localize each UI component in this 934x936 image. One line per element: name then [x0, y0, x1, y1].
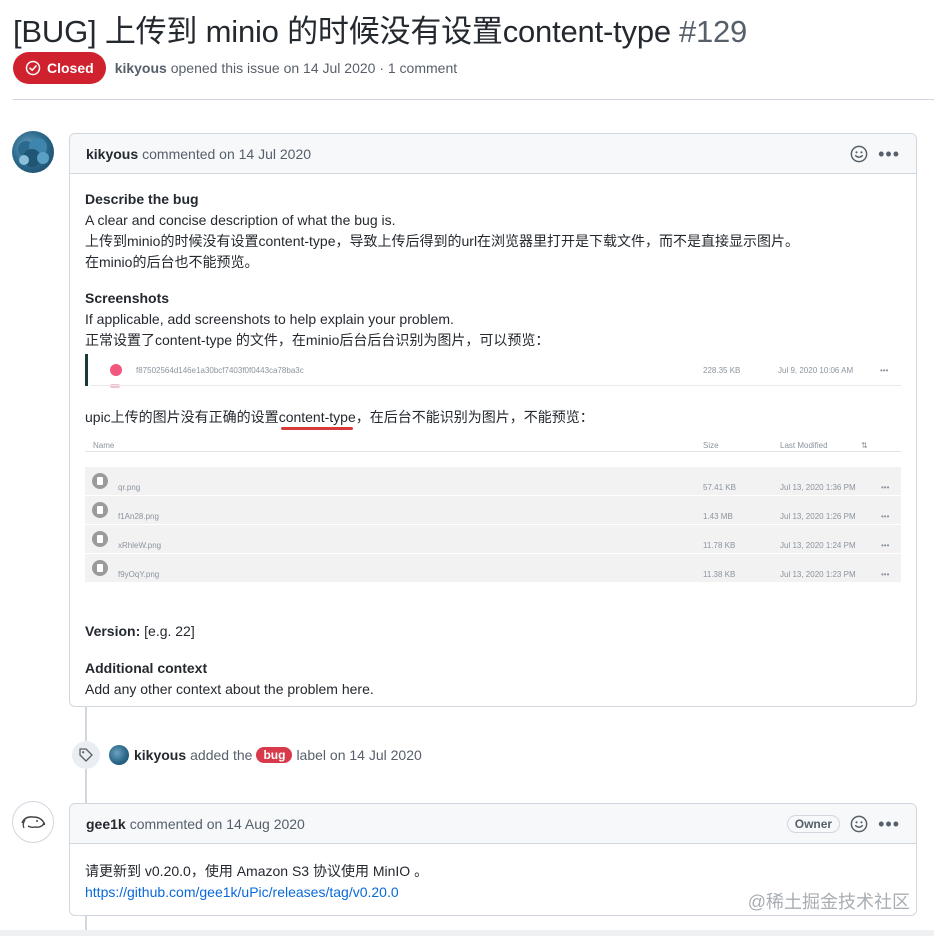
version-value: [e.g. 22] — [144, 623, 195, 639]
file-size: 11.38 KB — [703, 570, 736, 579]
screenshot-image: Name Size Last Modified ⇅ qr.png 57.41 K… — [85, 430, 901, 595]
version-label: Version: — [85, 623, 141, 639]
file-name: xRhleW.png — [118, 541, 162, 550]
file-name: f9yOqY.png — [118, 570, 160, 579]
file-icon — [110, 364, 122, 376]
comment-author-link[interactable]: kikyous — [86, 146, 138, 162]
screenshots-heading: Screenshots — [85, 290, 170, 306]
closed-circle-icon — [25, 60, 41, 76]
event-author-link[interactable]: kikyous — [134, 747, 186, 763]
file-more-icon: ••• — [880, 365, 889, 375]
sort-icon: ⇅ — [861, 441, 868, 450]
file-size: 11.78 KB — [703, 541, 736, 550]
smiley-icon[interactable] — [850, 815, 868, 833]
file-size: 57.41 KB — [703, 483, 736, 492]
comment-author-link[interactable]: gee1k — [86, 816, 126, 832]
file-date: Jul 9, 2020 10:06 AM — [778, 365, 854, 375]
file-more-icon: ••• — [881, 570, 890, 579]
status-label: Closed — [47, 60, 94, 76]
label-event: kikyous added the bug label on 14 Jul 20… — [72, 741, 422, 769]
comment-date[interactable]: commented on 14 Aug 2020 — [130, 816, 305, 832]
table-row: qr.png 57.41 KB Jul 13, 2020 1:36 PM ••• — [85, 467, 901, 495]
avatar[interactable] — [12, 131, 54, 173]
issue-author-link[interactable]: kikyous — [115, 60, 167, 76]
screenshots-line: 正常设置了content-type 的文件，在minio后台后台识别为图片，可以… — [85, 332, 550, 348]
col-size: Size — [703, 441, 719, 450]
avatar[interactable] — [109, 745, 129, 765]
version-line: Version: [e.g. 22] — [85, 621, 901, 642]
file-name: f1An28.png — [118, 512, 159, 521]
screenshots-line: If applicable, add screenshots to help e… — [85, 311, 454, 327]
file-more-icon: ••• — [881, 512, 890, 521]
file-more-icon: ••• — [881, 541, 890, 550]
upic-suffix: ，在后台不能识别为图片，不能预览： — [355, 409, 594, 425]
screenshot-image: f87502564d146e1a30bcf7403f0f0443ca78ba3c… — [85, 354, 901, 388]
dog-avatar-icon — [21, 816, 46, 829]
describe-line: 上传到minio的时候没有设置content-type，导致上传后得到的url在… — [85, 233, 800, 249]
comment-body: Describe the bug A clear and concise des… — [70, 174, 916, 715]
file-date: Jul 13, 2020 1:24 PM — [780, 541, 856, 550]
event-suffix: label on 14 Jul 2020 — [296, 747, 422, 763]
event-text: added the — [190, 747, 253, 763]
file-size: 1.43 MB — [703, 512, 733, 521]
table-row: f1An28.png 1.43 MB Jul 13, 2020 1:26 PM … — [85, 496, 901, 524]
bug-label[interactable]: bug — [256, 747, 293, 763]
bottom-bar — [0, 930, 934, 936]
upic-description: upic上传的图片没有正确的设置content-type，在后台不能识别为图片，… — [85, 407, 594, 430]
status-badge: Closed — [13, 52, 106, 84]
comment-date[interactable]: commented on 14 Jul 2020 — [142, 146, 311, 162]
issue-meta: Closed kikyous opened this issue on 14 J… — [13, 52, 457, 84]
file-date: Jul 13, 2020 1:36 PM — [780, 483, 856, 492]
file-date: Jul 13, 2020 1:26 PM — [780, 512, 856, 521]
file-size: 228.35 KB — [703, 365, 741, 375]
file-name: qr.png — [118, 483, 141, 492]
avatar[interactable] — [12, 801, 54, 843]
context-text: Add any other context about the problem … — [85, 681, 374, 697]
avatar-image-icon — [18, 138, 49, 167]
file-table-header: Name Size Last Modified ⇅ — [85, 430, 901, 452]
upic-highlight: content-type — [278, 409, 356, 425]
file-icon — [92, 560, 108, 576]
comment-header: kikyous commented on 14 Jul 2020 ••• — [70, 134, 916, 174]
more-options-icon[interactable]: ••• — [878, 815, 900, 833]
file-more-icon: ••• — [881, 483, 890, 492]
smiley-icon[interactable] — [850, 145, 868, 163]
file-icon — [92, 502, 108, 518]
col-modified: Last Modified — [780, 441, 828, 450]
reply-text: 请更新到 v0.20.0，使用 Amazon S3 协议使用 MinIO 。 — [85, 863, 429, 879]
more-options-icon[interactable]: ••• — [878, 145, 900, 163]
upic-prefix: upic上传的图片没有正确的设置 — [85, 409, 279, 425]
file-icon — [92, 473, 108, 489]
issue-title-text: [BUG] 上传到 minio 的时候没有设置content-type — [13, 14, 671, 49]
table-row: xRhleW.png 11.78 KB Jul 13, 2020 1:24 PM… — [85, 525, 901, 553]
comment-header: gee1k commented on 14 Aug 2020 Owner ••• — [70, 804, 916, 844]
describe-line: 在minio的后台也不能预览。 — [85, 254, 259, 270]
divider — [13, 99, 934, 100]
describe-heading: Describe the bug — [85, 191, 199, 207]
file-date: Jul 13, 2020 1:23 PM — [780, 570, 856, 579]
issue-opened-text: opened this issue on 14 Jul 2020 · 1 com… — [170, 60, 458, 76]
owner-badge: Owner — [786, 814, 841, 833]
tag-icon — [72, 741, 100, 769]
context-heading: Additional context — [85, 660, 208, 676]
issue-title: [BUG] 上传到 minio 的时候没有设置content-type #129 — [13, 6, 747, 51]
file-icon — [92, 531, 108, 547]
file-name: f87502564d146e1a30bcf7403f0f0443ca78ba3c — [136, 365, 304, 375]
issue-number: #129 — [678, 14, 748, 49]
release-link[interactable]: https://github.com/gee1k/uPic/releases/t… — [85, 884, 399, 900]
col-name: Name — [93, 441, 115, 450]
watermark: @稀土掘金技术社区 — [747, 892, 910, 912]
issue-opened-info: kikyous opened this issue on 14 Jul 2020… — [115, 60, 457, 76]
table-row: f9yOqY.png 11.38 KB Jul 13, 2020 1:23 PM… — [85, 554, 901, 582]
describe-line: A clear and concise description of what … — [85, 212, 396, 228]
comment-box: kikyous commented on 14 Jul 2020 ••• Des… — [69, 133, 917, 707]
